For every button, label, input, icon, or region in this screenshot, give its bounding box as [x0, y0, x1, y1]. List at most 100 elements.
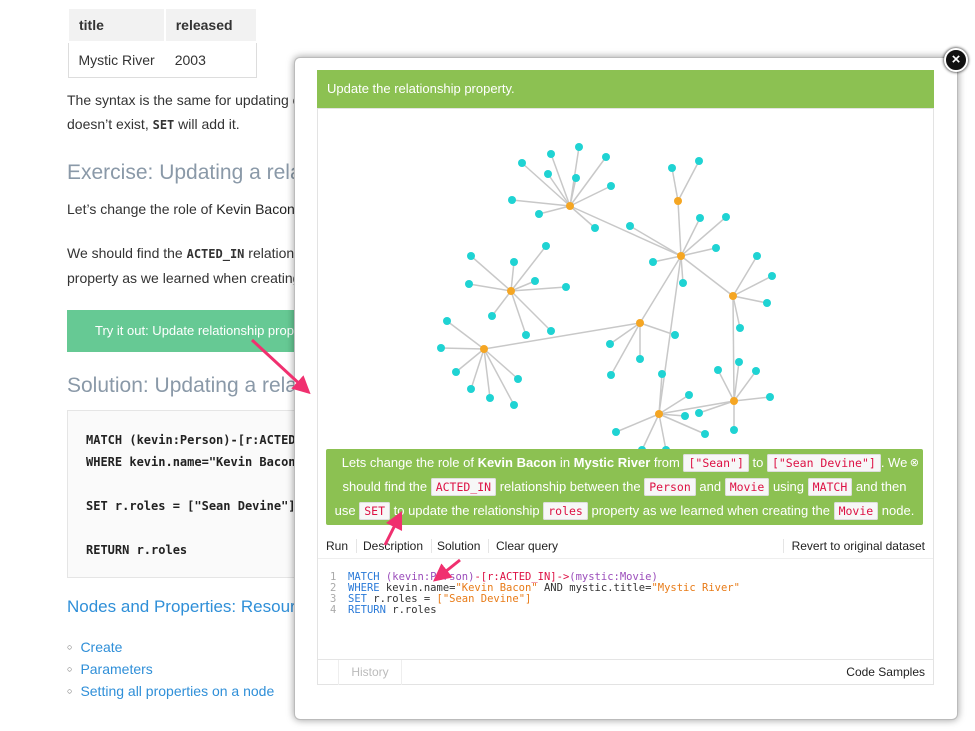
clear-query-button[interactable]: Clear query [488, 539, 566, 553]
graph-node-person [535, 210, 543, 218]
console-footer: History Code Samples [318, 659, 933, 685]
graph-node-person [671, 331, 679, 339]
graph-relationship [671, 167, 679, 202]
graph-node-movie [655, 410, 663, 418]
description-button[interactable]: Description [355, 539, 433, 553]
graph-relationship [658, 413, 667, 451]
graph-node-person [606, 340, 614, 348]
graph-node-person [544, 170, 552, 178]
graph-node-person [522, 331, 530, 339]
close-description-icon[interactable]: ⊗ [910, 451, 919, 475]
graph-node-person [452, 368, 460, 376]
graph-node-person [730, 426, 738, 434]
graph-node-person [766, 393, 774, 401]
graph-node-person [735, 358, 743, 366]
graph-node-person [437, 344, 445, 352]
graph-node-person [467, 252, 475, 260]
graph-relationship [680, 217, 701, 257]
graph-relationship [491, 290, 512, 317]
graph-node-person [712, 244, 720, 252]
query-editor[interactable]: 1 MATCH (kevin:Person)-[r:ACTED_IN]->(mys… [330, 572, 740, 616]
graph-relationship [510, 290, 552, 332]
graph-relationship [698, 400, 735, 414]
graph-relationship [732, 295, 735, 402]
graph-node-person [514, 375, 522, 383]
graph-relationship [610, 322, 641, 376]
graph-node-person [572, 174, 580, 182]
graph-relationship [639, 255, 682, 324]
graph-node-person [763, 299, 771, 307]
graph-relationship [732, 295, 768, 304]
graph-relationship [652, 255, 682, 263]
graph-node-person [467, 385, 475, 393]
graph-node-person [510, 401, 518, 409]
graph-node-person [679, 279, 687, 287]
graph-node-person [696, 214, 704, 222]
graph-node-person [736, 324, 744, 332]
graph-node-person [508, 196, 516, 204]
graph-node-person [488, 312, 496, 320]
graph-relationship [733, 396, 771, 402]
graph-node-person [695, 157, 703, 165]
graph-node-person [518, 159, 526, 167]
graph-node-person [542, 242, 550, 250]
graph-node-movie [730, 397, 738, 405]
graph-relationship [677, 160, 700, 202]
graph-node-person [649, 258, 657, 266]
graph-node-person [685, 391, 693, 399]
graph-relationship [511, 199, 571, 207]
graph-node-person [626, 222, 634, 230]
graph-node-movie [729, 292, 737, 300]
graph-node-person [486, 394, 494, 402]
graph-node-person [547, 150, 555, 158]
graph-node-person [701, 430, 709, 438]
graph-node-person [575, 143, 583, 151]
graph-relationship [569, 205, 682, 257]
graph-node-person [681, 412, 689, 420]
graph-node-person [722, 213, 730, 221]
graph-relationship [483, 348, 491, 399]
console-toolbar: Run Description Solution Clear query Rev… [318, 536, 933, 559]
description-box: ⊗ Lets change the role of Kevin Bacon in… [326, 449, 923, 525]
run-button[interactable]: Run [318, 539, 358, 553]
graph-relationship [629, 225, 682, 257]
graph-node-person [636, 355, 644, 363]
graph-relationship [446, 320, 485, 350]
graph-node-person [465, 280, 473, 288]
graph-node-movie [636, 319, 644, 327]
graph-node-person [531, 277, 539, 285]
graph-node-person [668, 164, 676, 172]
graph-node-person [752, 367, 760, 375]
graph-node-person [602, 153, 610, 161]
graph-relationship [483, 322, 641, 350]
graph-relationship [717, 369, 735, 402]
graph-relationship [732, 295, 741, 329]
graph-relationship [483, 348, 519, 380]
graph-node-movie [674, 197, 682, 205]
graph-relationship [440, 347, 485, 350]
revert-button[interactable]: Revert to original dataset [782, 539, 933, 553]
graph-relationship [569, 205, 596, 229]
graph-node-movie [566, 202, 574, 210]
graph-relationship [680, 255, 734, 297]
graph-node-movie [507, 287, 515, 295]
code-samples-tab[interactable]: Code Samples [846, 665, 925, 679]
graph-relationship [538, 205, 571, 215]
graph-node-movie [677, 252, 685, 260]
graph-node-person [591, 224, 599, 232]
graph-node-person [695, 409, 703, 417]
graph-node-person [607, 371, 615, 379]
graph-node-person [612, 428, 620, 436]
graph-node-person [510, 258, 518, 266]
graph-relationship [639, 322, 676, 336]
graph-relationship [680, 255, 684, 284]
graph-relationship [677, 200, 682, 257]
graph-visualization[interactable] [0, 0, 975, 731]
graph-node-person [562, 283, 570, 291]
graph-node-movie [480, 345, 488, 353]
graph-node-person [443, 317, 451, 325]
graph-node-person [753, 252, 761, 260]
graph-node-person [768, 272, 776, 280]
solution-button[interactable]: Solution [429, 539, 490, 553]
history-tab[interactable]: History [338, 660, 402, 685]
